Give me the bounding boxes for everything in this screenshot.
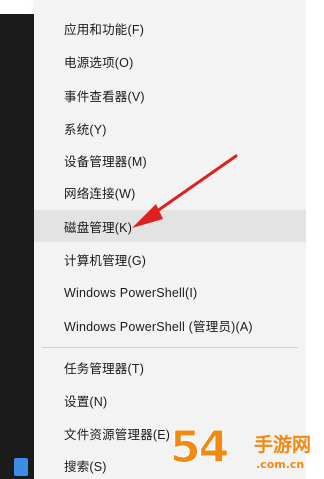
- menu-item-computer-management[interactable]: 计算机管理(G): [34, 245, 306, 273]
- desktop-right-edge: [306, 0, 324, 479]
- menu-item-windows-powershell[interactable]: Windows PowerShell(I): [34, 279, 306, 307]
- menu-item-event-viewer[interactable]: 事件查看器(V): [34, 81, 306, 109]
- menu-item-task-manager[interactable]: 任务管理器(T): [34, 353, 306, 381]
- menu-item-settings[interactable]: 设置(N): [34, 386, 306, 414]
- menu-item-network-connections[interactable]: 网络连接(W): [34, 178, 306, 206]
- menu-item-apps-and-features[interactable]: 应用和功能(F): [34, 14, 306, 42]
- menu-item-disk-management[interactable]: 磁盘管理(K): [34, 210, 306, 242]
- watermark-logo: 54 手游网 .com.cn: [169, 420, 324, 479]
- watermark-number: 54: [169, 422, 229, 474]
- menu-item-device-manager[interactable]: 设备管理器(M): [34, 146, 306, 174]
- menu-item-power-options[interactable]: 电源选项(O): [34, 47, 306, 75]
- winx-context-menu: 应用和功能(F) 电源选项(O) 事件查看器(V) 系统(Y) 设备管理器(M)…: [34, 0, 307, 479]
- screenshot: 应用和功能(F) 电源选项(O) 事件查看器(V) 系统(Y) 设备管理器(M)…: [0, 0, 324, 479]
- menu-separator: [42, 347, 298, 348]
- watermark-url: .com.cn: [256, 458, 305, 471]
- desktop-background: [0, 0, 34, 479]
- menu-item-windows-powershell-admin[interactable]: Windows PowerShell (管理员)(A): [34, 311, 306, 339]
- taskbar-app-icon[interactable]: [14, 458, 28, 476]
- watermark-chinese: 手游网: [254, 434, 312, 456]
- menu-item-system[interactable]: 系统(Y): [34, 114, 306, 142]
- desktop-gap: [0, 0, 34, 14]
